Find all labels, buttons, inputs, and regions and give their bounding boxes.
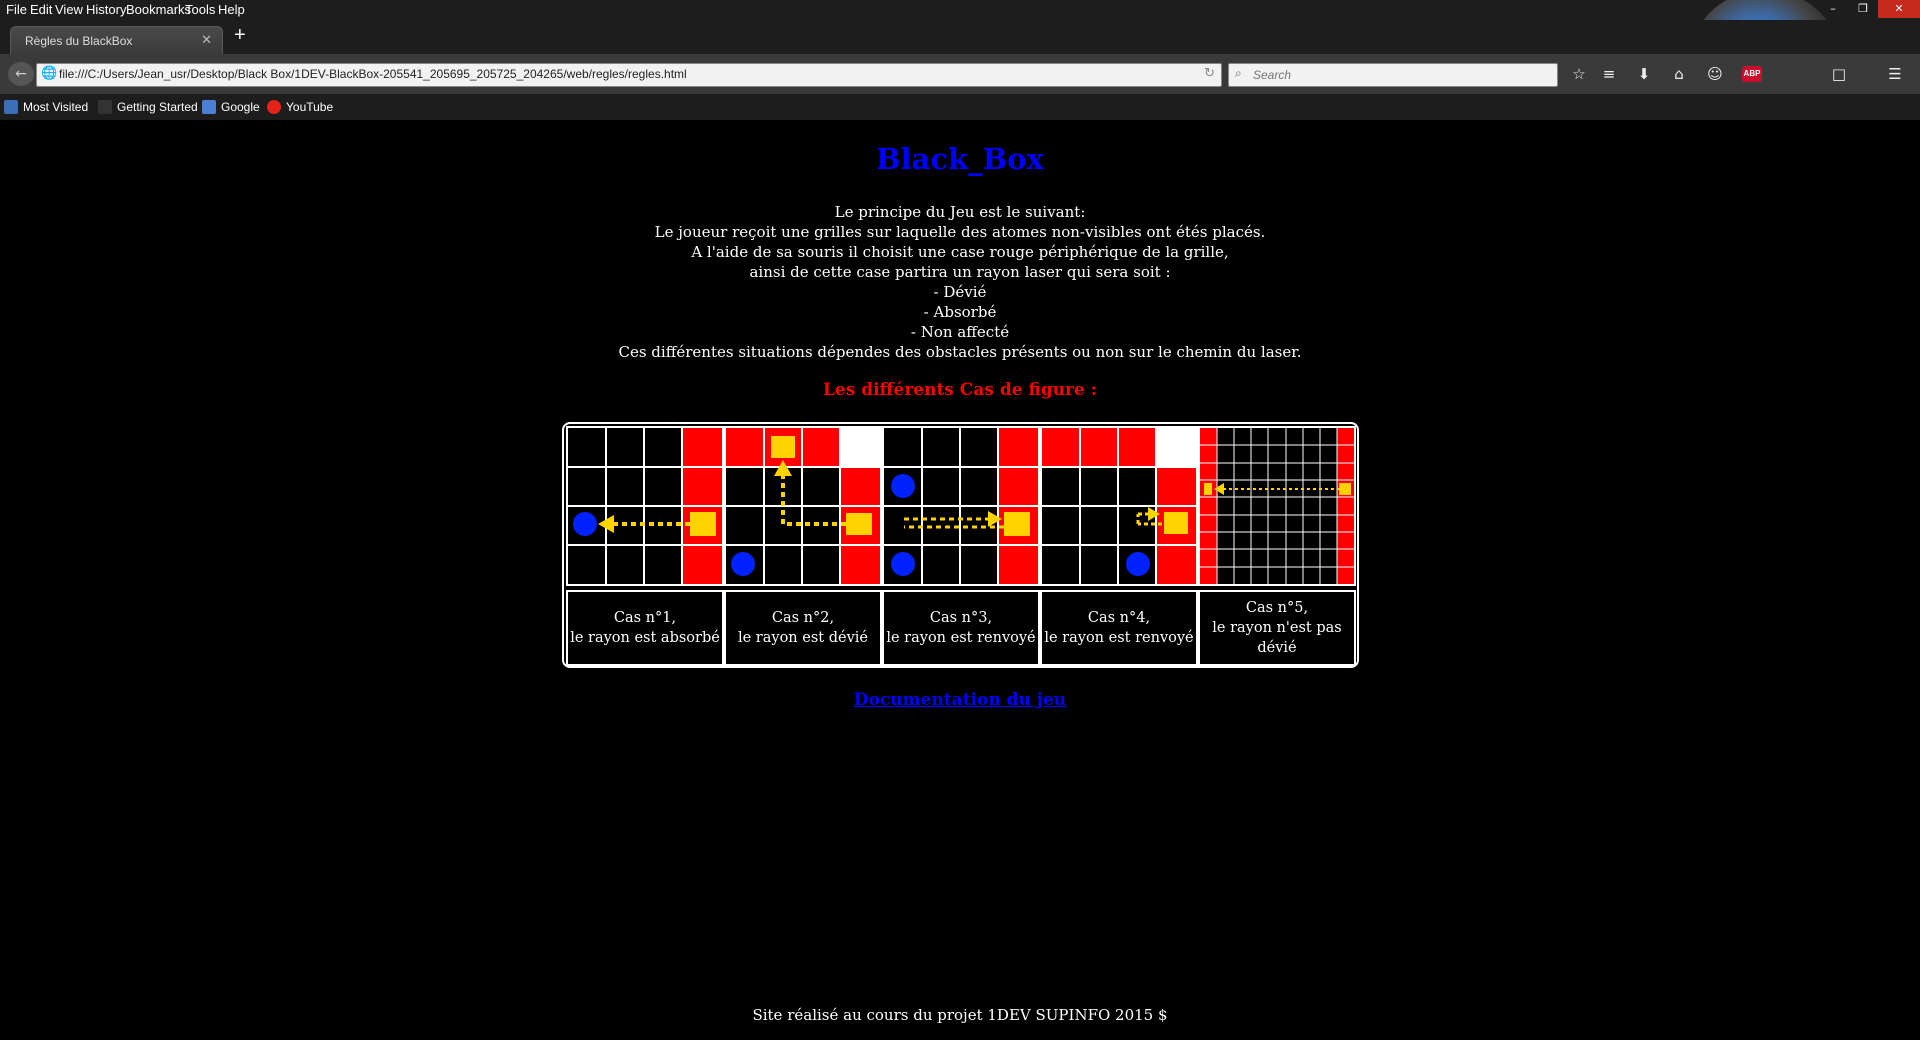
case-1-caption: Cas n°1, le rayon est absorbé <box>566 590 724 666</box>
menu-view[interactable]: View <box>55 2 83 17</box>
intro-line: Le principe du Jeu est le suivant: <box>834 203 1086 221</box>
intro-line: Le joueur reçoit une grilles sur laquell… <box>654 223 1266 241</box>
menu-bar: File Edit View History Bookmarks Tools H… <box>0 0 1920 20</box>
tab-strip: Règles du BlackBox ✕ + <box>0 20 1920 55</box>
menu-bookmarks[interactable]: Bookmarks <box>126 2 191 17</box>
back-arrow-icon[interactable]: ← <box>8 62 34 86</box>
menu-help[interactable]: Help <box>218 2 245 17</box>
adblock-icon[interactable]: ABP <box>1742 66 1762 82</box>
case-2-caption: Cas n°2, le rayon est dévié <box>724 590 882 666</box>
tab-close-icon[interactable]: ✕ <box>201 32 212 48</box>
firefox-icon <box>98 100 112 114</box>
youtube-icon <box>267 100 281 114</box>
cases-table: Cas n°1, le rayon est absorbé Cas n°2, l… <box>562 422 1359 668</box>
search-icon: ⌕ <box>1235 66 1242 80</box>
window-controls: – ❐ ✕ <box>1818 0 1920 20</box>
menu-file[interactable]: File <box>6 2 27 17</box>
case-4-figure <box>1040 426 1198 586</box>
menu-tools[interactable]: Tools <box>185 2 215 17</box>
case-3-caption: Cas n°3, le rayon est renvoyé <box>882 590 1040 666</box>
new-tab-button[interactable]: + <box>234 24 246 47</box>
clipboard-icon[interactable]: □ <box>1828 63 1850 85</box>
download-icon[interactable]: ⬇ <box>1633 63 1655 85</box>
chat-icon[interactable]: ☺ <box>1704 63 1726 85</box>
case-5-grid <box>1200 428 1354 584</box>
star-icon[interactable]: ☆ <box>1568 63 1590 85</box>
case-3-grid <box>884 428 1038 584</box>
intro-line: - Non affecté <box>910 323 1010 341</box>
case-5-figure <box>1198 426 1356 586</box>
menu-history[interactable]: History <box>86 2 126 17</box>
intro-line: - Dévié <box>933 283 987 301</box>
case-3-figure <box>882 426 1040 586</box>
intro-line: Ces différentes situations dépendes des … <box>618 343 1302 361</box>
intro-line: ainsi de cette case partira un rayon las… <box>749 263 1171 281</box>
bookmark-youtube[interactable]: YouTube <box>267 100 333 114</box>
navigation-toolbar: ← 🌐 file:///C:/Users/Jean_usr/Desktop/Bl… <box>0 54 1920 94</box>
home-icon[interactable]: ⌂ <box>1668 63 1690 85</box>
documentation-link[interactable]: Documentation du jeu <box>0 690 1920 710</box>
menu-edit[interactable]: Edit <box>30 2 52 17</box>
reload-icon[interactable]: ↻ <box>1204 66 1215 81</box>
hamburger-menu-icon[interactable]: ☰ <box>1884 63 1906 85</box>
search-input[interactable] <box>1251 66 1545 84</box>
folder-icon <box>4 100 18 114</box>
google-icon <box>202 100 216 114</box>
page-content: Black_Box Le principe du Jeu est le suiv… <box>0 120 1920 1040</box>
minimize-button[interactable]: – <box>1818 0 1848 18</box>
case-1-figure <box>566 426 724 586</box>
bookmark-most-visited[interactable]: Most Visited <box>4 100 88 114</box>
bookmark-google[interactable]: Google <box>202 100 260 114</box>
page-title: Black_Box <box>876 142 1044 176</box>
case-2-figure <box>724 426 882 586</box>
globe-icon: 🌐 <box>41 66 58 81</box>
page-footer: Site réalisé au cours du projet 1DEV SUP… <box>752 1006 1168 1024</box>
bookmarks-bar: Most Visited Getting Started Google YouT… <box>0 94 1920 120</box>
close-window-button[interactable]: ✕ <box>1878 0 1920 18</box>
url-text[interactable]: file:///C:/Users/Jean_usr/Desktop/Black … <box>59 67 687 81</box>
case-1-grid <box>568 428 722 584</box>
case-4-grid <box>1042 428 1196 584</box>
case-2-grid <box>726 428 880 584</box>
bookmark-getting-started[interactable]: Getting Started <box>98 100 198 114</box>
restore-button[interactable]: ❐ <box>1848 0 1878 18</box>
case-4-caption: Cas n°4, le rayon est renvoyé <box>1040 590 1198 666</box>
browser-chrome: File Edit View History Bookmarks Tools H… <box>0 0 1920 120</box>
search-bar[interactable]: ⌕ <box>1228 63 1558 87</box>
intro-line: - Absorbé <box>923 303 997 321</box>
list-icon[interactable]: ≡ <box>1598 63 1620 85</box>
cases-heading: Les différents Cas de figure : <box>822 380 1098 400</box>
intro-line: A l'aide de sa souris il choisit une cas… <box>691 243 1229 261</box>
case-5-caption: Cas n°5, le rayon n'est pas dévié <box>1198 590 1356 666</box>
url-bar[interactable]: 🌐 file:///C:/Users/Jean_usr/Desktop/Blac… <box>36 63 1222 87</box>
tab-regles[interactable]: Règles du BlackBox ✕ <box>10 26 223 55</box>
rules-intro: Le principe du Jeu est le suivant: Le jo… <box>0 202 1920 362</box>
tab-title: Règles du BlackBox <box>25 34 133 48</box>
